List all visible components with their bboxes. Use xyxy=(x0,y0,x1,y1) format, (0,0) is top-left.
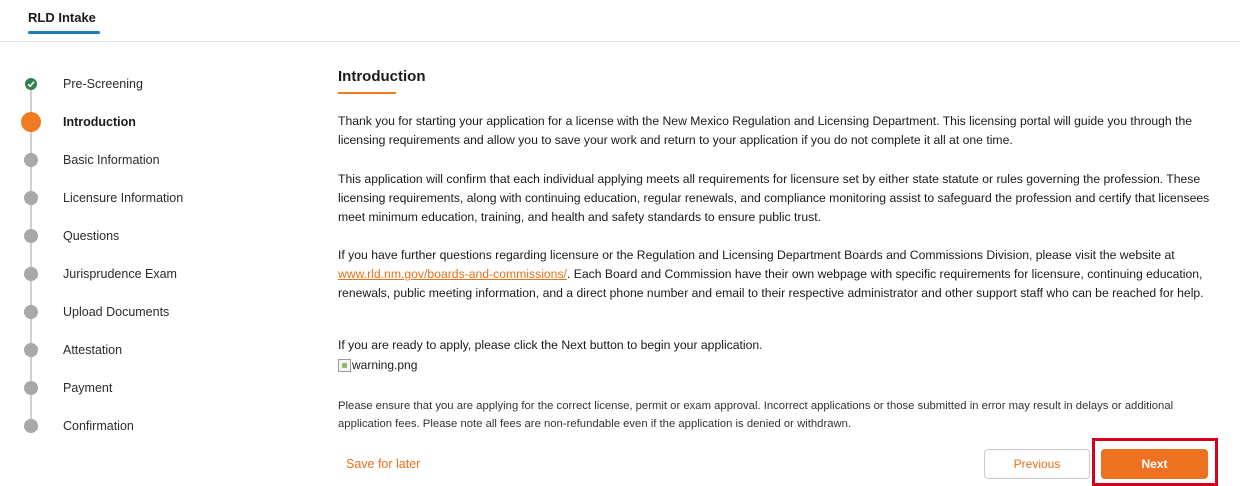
active-tab-indicator xyxy=(28,31,100,34)
save-for-later-link[interactable]: Save for later xyxy=(346,457,420,471)
step-confirmation[interactable]: Confirmation xyxy=(20,414,290,438)
step-upload-documents[interactable]: Upload Documents xyxy=(20,300,290,324)
step-attestation[interactable]: Attestation xyxy=(20,338,290,362)
step-label: Licensure Information xyxy=(63,191,184,205)
step-label: Basic Information xyxy=(63,153,160,167)
step-licensure-information[interactable]: Licensure Information xyxy=(20,186,290,210)
top-bar: RLD Intake xyxy=(0,0,1240,42)
step-jurisprudence-exam[interactable]: Jurisprudence Exam xyxy=(20,262,290,286)
pending-step-icon xyxy=(24,267,38,281)
warning-image-alt-text: warning.png xyxy=(352,358,418,372)
step-label: Confirmation xyxy=(63,419,134,433)
pending-step-icon xyxy=(24,191,38,205)
previous-button[interactable]: Previous xyxy=(984,449,1090,479)
fee-warning-note: Please ensure that you are applying for … xyxy=(338,400,1174,431)
title-underline xyxy=(338,92,396,94)
intro-paragraph-3: If you have further questions regarding … xyxy=(338,246,1218,303)
pending-step-icon xyxy=(24,381,38,395)
app-tab-rld-intake[interactable]: RLD Intake xyxy=(28,10,96,33)
stepper-track xyxy=(30,83,32,425)
warning-image: warning.png xyxy=(338,358,417,372)
broken-image-icon xyxy=(338,358,351,372)
step-label: Attestation xyxy=(63,343,123,357)
intro-paragraph-2: This application will confirm that each … xyxy=(338,172,1210,224)
step-label: Jurisprudence Exam xyxy=(63,267,177,281)
step-label: Payment xyxy=(63,381,113,395)
next-button[interactable]: Next xyxy=(1101,449,1208,479)
current-step-icon xyxy=(21,112,41,132)
intro-paragraph-4: If you are ready to apply, please click … xyxy=(338,338,763,352)
check-icon xyxy=(25,78,37,90)
main-content: Introduction Thank you for starting your… xyxy=(338,68,1218,430)
pending-step-icon xyxy=(24,343,38,357)
pending-step-icon xyxy=(24,153,38,167)
step-payment[interactable]: Payment xyxy=(20,376,290,400)
step-questions[interactable]: Questions xyxy=(20,224,290,248)
boards-commissions-link[interactable]: www.rld.nm.gov/boards-and-commissions/ xyxy=(338,267,567,281)
step-label: Pre-Screening xyxy=(63,77,143,91)
step-label: Introduction xyxy=(63,115,136,129)
paragraph-3-text-start: If you have further questions regarding … xyxy=(338,248,1175,262)
step-label: Upload Documents xyxy=(63,305,170,319)
intro-paragraph-1: Thank you for starting your application … xyxy=(338,114,1193,147)
pending-step-icon xyxy=(24,419,38,433)
pending-step-icon xyxy=(24,229,38,243)
step-pre-screening[interactable]: Pre-Screening xyxy=(20,72,290,96)
step-introduction[interactable]: Introduction xyxy=(20,110,290,134)
pending-step-icon xyxy=(24,305,38,319)
step-basic-information[interactable]: Basic Information xyxy=(20,148,290,172)
page-title: Introduction xyxy=(338,68,426,85)
step-label: Questions xyxy=(63,229,120,243)
